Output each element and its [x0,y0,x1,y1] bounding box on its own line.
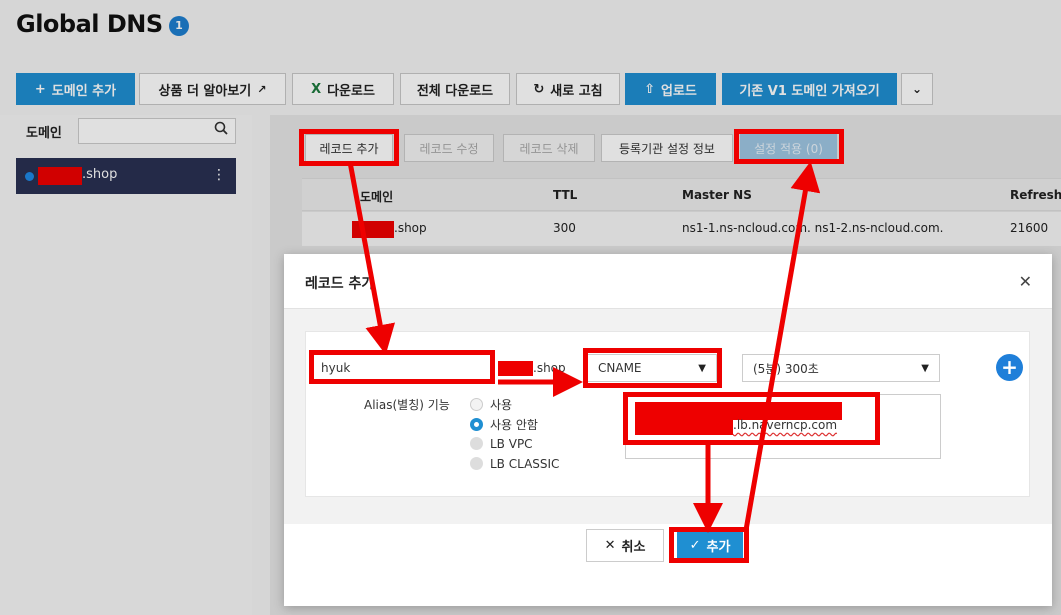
host-domain-suffix: .shop [533,361,566,375]
ttl-select[interactable]: (5분) 300초 ▼ [742,354,940,382]
alias-option-use[interactable]: 사용 [470,396,512,413]
annotation-box-type [583,348,722,388]
redaction-mark [498,361,533,376]
radio-disabled-icon [470,437,483,450]
cancel-button[interactable]: ✕ 취소 [586,529,664,562]
annotation-box-submit [669,527,749,563]
cancel-label: 취소 [621,540,646,555]
close-icon: ✕ [604,538,616,553]
alias-option-lb-classic[interactable]: LB CLASSIC [470,457,559,471]
radio-icon [470,398,483,411]
radio-checked-icon [470,418,483,431]
radio-label: 사용 안함 [490,418,538,432]
caret-down-icon: ▼ [921,362,929,374]
alias-option-none[interactable]: 사용 안함 [470,416,538,433]
radio-label: 사용 [490,398,513,412]
close-icon[interactable]: ✕ [1019,272,1032,291]
radio-label: LB CLASSIC [490,457,560,471]
alias-label: Alias(별칭) 기능 [364,398,450,412]
ttl-value: (5분) 300초 [753,361,819,376]
annotation-box-host [309,350,495,384]
annotation-box-target [623,392,880,445]
annotation-box-apply [734,129,844,164]
radio-disabled-icon [470,457,483,470]
radio-label: LB VPC [490,437,533,451]
alias-option-lb-vpc[interactable]: LB VPC [470,437,533,451]
add-row-icon[interactable]: + [996,354,1023,381]
annotation-box-add-record [299,129,399,166]
modal-title: 레코드 추가 [305,276,375,292]
